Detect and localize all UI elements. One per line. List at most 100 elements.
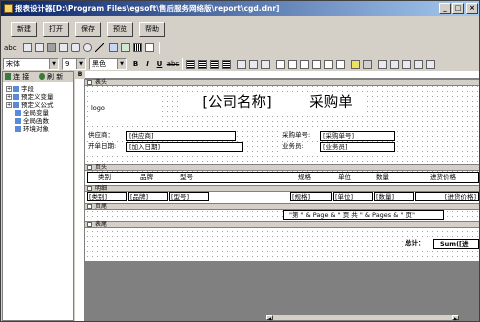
tree-item-predefined-formulas[interactable]: + 预定义公式 [6,101,54,109]
close-button[interactable]: × [466,3,478,14]
align-center-icon[interactable] [198,60,207,69]
scroll-right-icon[interactable]: ▶ [452,315,459,321]
rect-tool-icon[interactable] [47,43,56,52]
chevron-down-icon: ▼ [76,59,85,69]
chevron-down-icon: ▼ [49,59,58,69]
total-field[interactable]: Sum([进 [433,239,479,249]
valign-top-icon[interactable] [237,60,246,69]
frame-tool-icon[interactable] [59,43,68,52]
col-spec[interactable]: 规格 [298,173,311,182]
border-top-icon[interactable] [324,60,333,69]
tree-item-env-objects[interactable]: 环境对象 [15,125,49,133]
tree-item-global-functions[interactable]: 全局函数 [15,117,49,125]
strikeout-button[interactable]: abc [166,59,180,70]
same-height-icon[interactable] [426,60,435,69]
detail-unit[interactable]: [单位] [333,192,373,201]
border-all-icon[interactable] [276,60,285,69]
expand-icon[interactable]: + [6,102,12,108]
order-date-label[interactable]: 开单日期: [86,142,126,152]
textbox-tool-icon[interactable] [35,43,44,52]
justify-icon[interactable] [222,60,231,69]
tree-item-predefined-vars[interactable]: + 预定义变量 [6,93,54,101]
total-label[interactable]: 总计： [405,239,433,249]
send-back-icon[interactable] [390,60,399,69]
ruler-corner: B [75,71,85,79]
font-name-select[interactable]: 宋体 ▼ [3,58,59,70]
fill-color-icon[interactable] [351,60,360,69]
align-right-icon[interactable] [210,60,219,69]
col-qty[interactable]: 数量 [376,173,389,182]
align-grid-icon[interactable] [402,60,411,69]
tab-refresh[interactable]: 刷 新 [47,72,63,82]
detail-spec[interactable]: [规格] [290,192,332,201]
folder-icon [13,94,19,100]
col-category[interactable]: 类别 [98,173,111,182]
staff-label[interactable]: 业务员: [281,142,319,152]
tab-connect[interactable]: 连 接 [13,72,29,82]
band-page-footer[interactable]: 页尾 [85,203,479,210]
tree-item-fields[interactable]: + 字段 [6,85,34,93]
border-left-icon[interactable] [300,60,309,69]
document-title[interactable]: 采购单 [297,92,365,114]
border-right-icon[interactable] [312,60,321,69]
staff-field[interactable]: [业务员] [320,142,395,152]
line-tool-icon[interactable] [95,43,104,52]
bold-button[interactable]: B [130,59,141,70]
col-brand[interactable]: 品牌 [140,173,153,182]
expand-icon[interactable]: + [6,94,12,100]
valign-middle-icon[interactable] [249,60,258,69]
maximize-button[interactable]: □ [452,3,464,14]
detail-category[interactable]: [类别] [87,192,127,201]
supplier-label[interactable]: 供应商： [86,131,126,141]
bring-front-icon[interactable] [378,60,387,69]
abc-tool-icon[interactable]: abc [4,44,17,52]
col-unit[interactable]: 单位 [338,173,351,182]
new-button[interactable]: 新建 [11,22,37,37]
separator [159,42,160,54]
help-button[interactable]: 帮助 [139,22,165,37]
minimize-button[interactable]: _ [439,3,451,14]
detail-model[interactable]: [型号] [169,192,209,201]
detail-qty[interactable]: [数量] [374,192,414,201]
border-none-icon[interactable] [288,60,297,69]
col-model[interactable]: 型号 [180,173,193,182]
col-price[interactable]: 进货价格 [430,173,456,182]
order-number-label[interactable]: 采购单号: [281,131,319,141]
line-style-icon[interactable] [363,60,372,69]
open-button[interactable]: 打开 [43,22,69,37]
connect-icon [5,73,11,80]
band-summary[interactable]: 表尾 [85,221,479,228]
valign-bottom-icon[interactable] [261,60,270,69]
same-width-icon[interactable] [414,60,423,69]
subreport-tool-icon[interactable] [145,43,154,52]
font-size-select[interactable]: 9 ▼ [62,58,86,70]
label-tool-icon[interactable] [23,43,32,52]
detail-brand[interactable]: [品牌] [128,192,168,201]
align-left-icon[interactable] [186,60,195,69]
band-page-header[interactable]: 页头 [85,164,479,171]
ellipse-tool-icon[interactable] [83,43,92,52]
horizontal-scrollbar[interactable]: ◀ ▶ [265,314,460,321]
barcode-tool-icon[interactable] [133,43,142,52]
underline-button[interactable]: U [154,59,165,70]
order-date-field[interactable]: [加入日期] [126,142,243,152]
company-name[interactable]: [公司名称] [179,92,295,114]
font-color-select[interactable]: 黑色 ▼ [89,58,127,70]
tree-item-global-vars[interactable]: 全局变量 [15,109,49,117]
page-number-expression[interactable]: "第 " & Page & " 页 共 " & Pages & " 页" [283,210,444,220]
detail-price[interactable]: [进货价格] [415,192,479,201]
italic-button[interactable]: I [142,59,153,70]
preview-button[interactable]: 预览 [107,22,133,37]
roundrect-tool-icon[interactable] [71,43,80,52]
band-detail[interactable]: 明细 [85,185,479,192]
save-button[interactable]: 保存 [75,22,101,37]
supplier-field[interactable]: [供应商] [126,131,236,141]
order-number-field[interactable]: [采购单号] [320,131,395,141]
chart-tool-icon[interactable] [121,43,130,52]
band-title[interactable]: 表头 [85,79,479,86]
scroll-left-icon[interactable]: ◀ [266,315,273,321]
image-tool-icon[interactable] [109,43,118,52]
expand-icon[interactable]: + [6,86,12,92]
border-bottom-icon[interactable] [336,60,345,69]
logo-image[interactable]: logo [88,93,160,123]
